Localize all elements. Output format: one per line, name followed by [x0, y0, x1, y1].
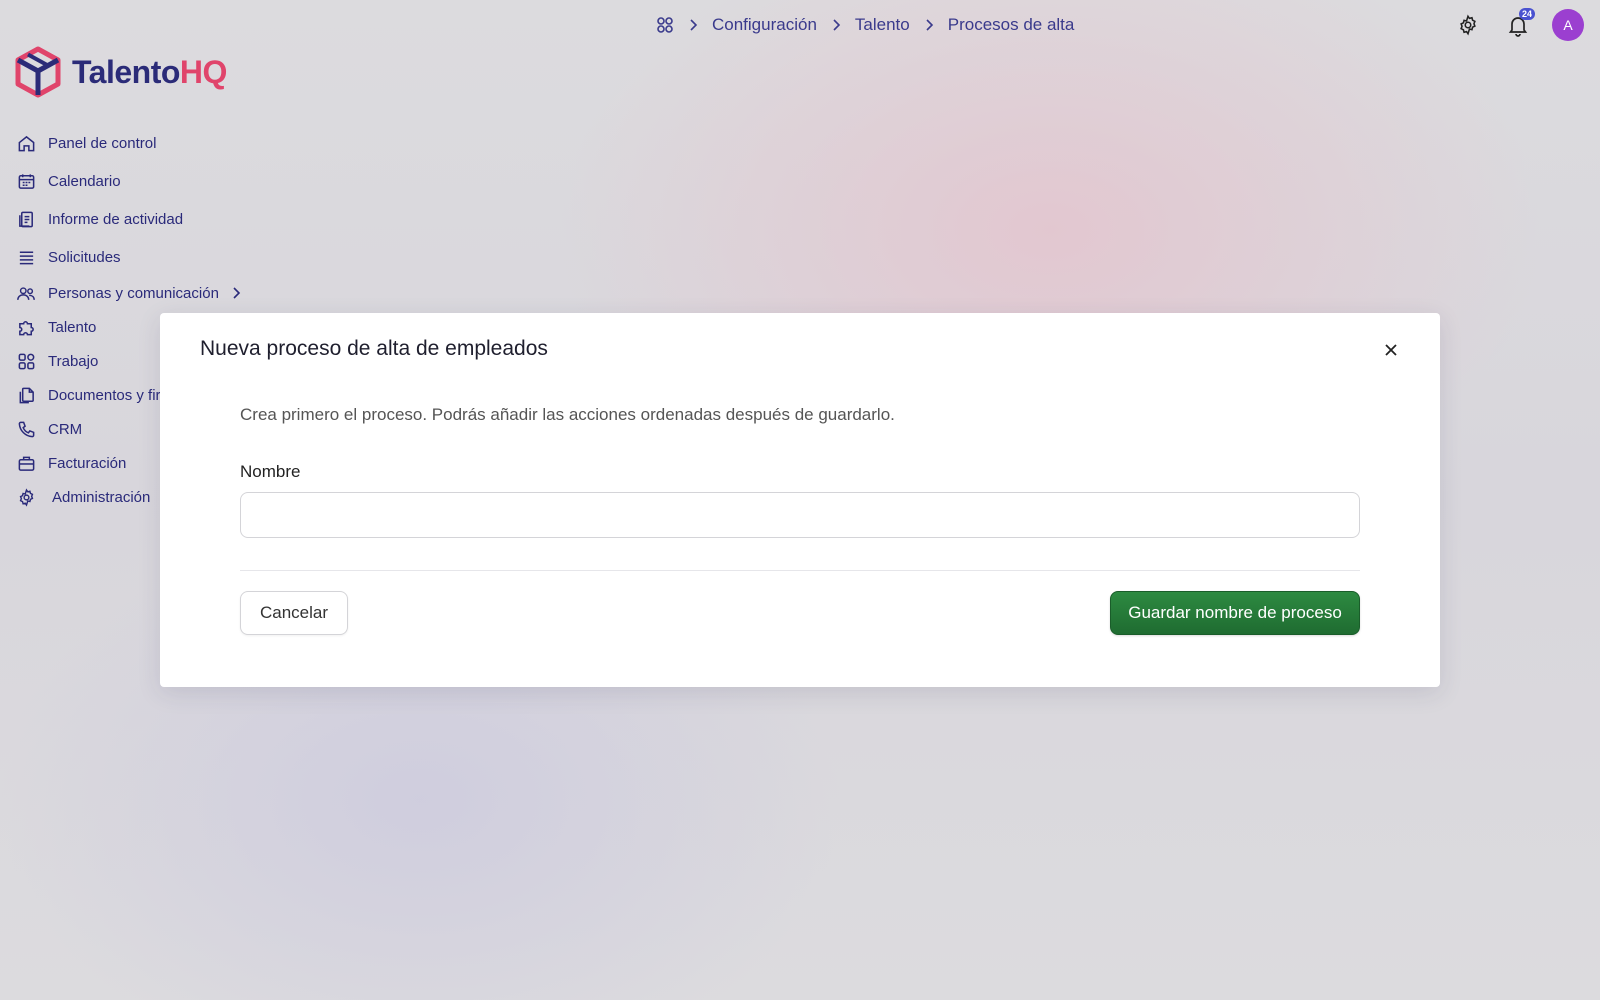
logo-text-hq: HQ	[179, 53, 228, 90]
chevron-right-icon	[688, 19, 698, 31]
sidebar-item-solicitudes[interactable]: Solicitudes	[16, 240, 121, 274]
sidebar-item-personas-y-comunicacion[interactable]: Personas y comunicación	[16, 276, 241, 310]
grid-icon	[16, 351, 36, 371]
logo-text-talento: Talento	[72, 53, 180, 90]
notification-badge: 24	[1518, 8, 1535, 20]
cube-logo-icon	[15, 46, 61, 98]
apps-grid-icon[interactable]	[656, 16, 674, 34]
phone-icon	[16, 419, 36, 439]
logo[interactable]: TalentoHQ	[14, 46, 227, 98]
sidebar-item-label: Facturación	[48, 454, 127, 472]
breadcrumb-item-configuracion[interactable]: Configuración	[712, 15, 817, 35]
home-icon	[16, 133, 36, 153]
bell-icon[interactable]: 24	[1502, 8, 1535, 41]
sidebar-item-label: Administración	[52, 488, 151, 506]
sidebar-item-informe-de-actividad[interactable]: Informe de actividad	[16, 202, 183, 236]
breadcrumb-item-talento[interactable]: Talento	[855, 15, 910, 35]
chevron-right-icon	[231, 287, 241, 299]
sidebar-item-panel-de-control[interactable]: Panel de control	[16, 126, 156, 160]
save-process-name-button[interactable]: Guardar nombre de proceso	[1110, 591, 1360, 635]
gear-icon[interactable]	[1452, 9, 1484, 41]
new-onboarding-process-modal: Nueva proceso de alta de empleados Crea …	[160, 313, 1440, 687]
puzzle-icon	[16, 317, 36, 337]
calendar-icon	[16, 171, 36, 191]
sidebar-item-documentos[interactable]: Documentos y fir	[16, 378, 161, 412]
sidebar-item-facturacion[interactable]: Facturación	[16, 446, 126, 480]
sidebar-item-label: Solicitudes	[48, 248, 121, 266]
logo-text: TalentoHQ	[72, 54, 227, 91]
sidebar-item-trabajo[interactable]: Trabajo	[16, 344, 98, 378]
chevron-right-icon	[831, 19, 841, 31]
top-icons: 24 A	[1452, 8, 1584, 41]
top-bar: Configuración Talento Procesos de alta 2…	[0, 0, 1600, 52]
avatar[interactable]: A	[1552, 9, 1584, 41]
list-icon	[16, 247, 36, 267]
sidebar-item-label: Panel de control	[48, 134, 157, 152]
close-icon[interactable]	[1380, 339, 1402, 361]
briefcase-icon	[16, 453, 36, 473]
name-field-label: Nombre	[240, 462, 301, 481]
sidebar-item-talento[interactable]: Talento	[16, 310, 96, 344]
sidebar-item-label: Personas y comunicación	[48, 284, 219, 302]
report-icon	[16, 209, 36, 229]
sidebar-item-label: Informe de actividad	[48, 210, 184, 228]
sidebar-item-label: Talento	[48, 318, 97, 336]
modal-title: Nueva proceso de alta de empleados	[200, 337, 548, 360]
name-field[interactable]	[240, 492, 1360, 538]
breadcrumb-item-procesos-de-alta[interactable]: Procesos de alta	[948, 15, 1075, 35]
sidebar-item-calendario[interactable]: Calendario	[16, 164, 121, 198]
modal-description: Crea primero el proceso. Podrás añadir l…	[240, 405, 895, 424]
sidebar-item-crm[interactable]: CRM	[16, 412, 82, 446]
sidebar-item-label: Calendario	[48, 172, 121, 190]
cancel-button[interactable]: Cancelar	[240, 591, 348, 635]
gear-icon	[16, 487, 36, 507]
sidebar-item-label: Trabajo	[48, 352, 99, 370]
chevron-right-icon	[924, 19, 934, 31]
sidebar-item-label: Documentos y fir	[48, 386, 161, 404]
sidebar-item-administracion[interactable]: Administración	[16, 480, 150, 514]
breadcrumb: Configuración Talento Procesos de alta	[656, 15, 1074, 35]
people-icon	[16, 283, 36, 303]
documents-icon	[16, 385, 36, 405]
sidebar-item-label: CRM	[48, 420, 83, 438]
divider	[240, 570, 1360, 571]
